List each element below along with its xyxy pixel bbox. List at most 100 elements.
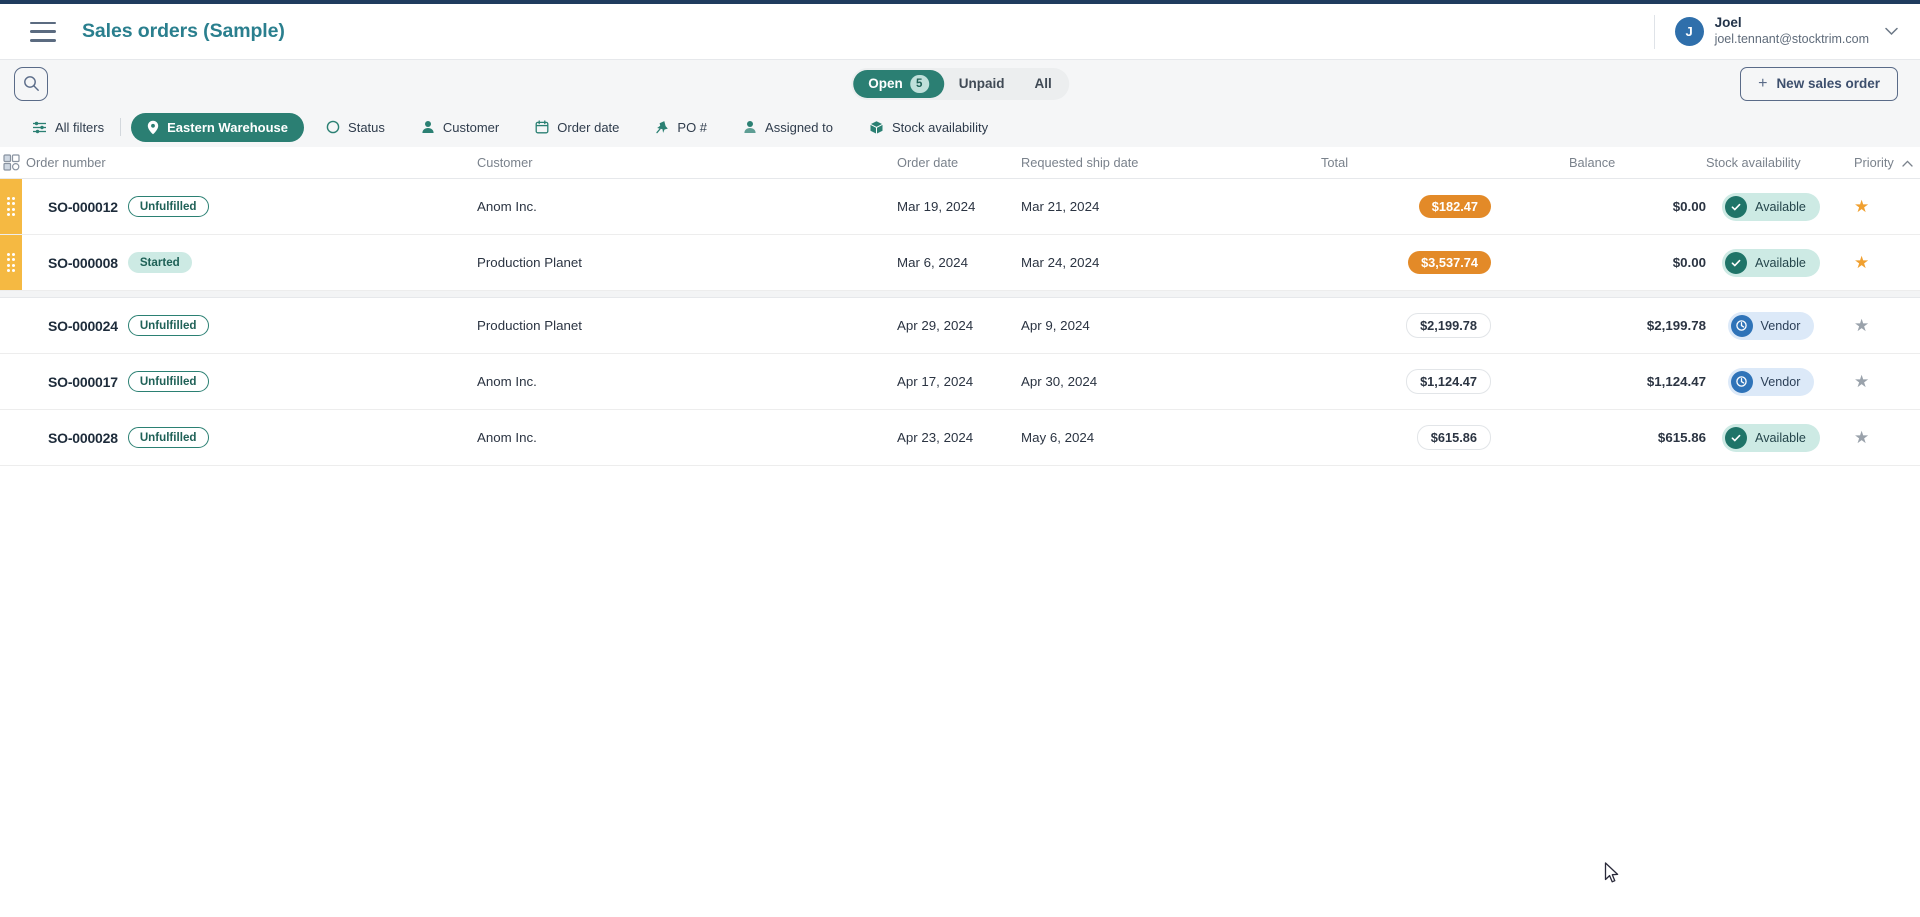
search-icon <box>23 76 39 91</box>
cell-priority[interactable]: ★ <box>1836 254 1920 271</box>
cell-stock-availability: Available <box>1706 248 1836 277</box>
cell-total: $182.47 <box>1271 195 1491 218</box>
cell-balance: $0.00 <box>1672 255 1706 270</box>
filter-chip-order-date-label: Order date <box>557 119 620 135</box>
sales-orders-table: Order number Customer Order date Request… <box>0 147 1920 466</box>
user-email: joel.tennant@stocktrim.com <box>1714 32 1869 47</box>
cell-order-date: Apr 23, 2024 <box>897 430 974 445</box>
cell-order-number: SO-000012 Unfulfilled <box>22 196 477 217</box>
table-row[interactable]: SO-000017 Unfulfilled Anom Inc. Apr 17, … <box>0 354 1920 410</box>
app-header: Sales orders (Sample) J Joel joel.tennan… <box>0 4 1920 60</box>
tab-unpaid-label: Unpaid <box>958 76 1005 91</box>
sliders-icon <box>32 120 47 135</box>
cell-requested-ship-date: Mar 21, 2024 <box>1021 199 1100 214</box>
person-icon <box>743 120 757 134</box>
stock-availability-badge: Available <box>1722 248 1820 277</box>
column-header-requested-ship-date[interactable]: Requested ship date <box>1021 155 1271 170</box>
filter-chip-assigned-to[interactable]: Assigned to <box>733 114 843 141</box>
cell-priority[interactable]: ★ <box>1836 429 1920 446</box>
cell-balance: $615.86 <box>1657 430 1706 445</box>
filter-divider <box>120 118 122 136</box>
header-divider <box>1653 14 1655 49</box>
drag-dots <box>6 196 16 217</box>
star-outline-icon[interactable]: ★ <box>1854 317 1869 334</box>
column-settings-icon[interactable] <box>0 154 22 171</box>
filter-chip-customer[interactable]: Customer <box>411 114 509 141</box>
table-row[interactable]: SO-000008 Started Production Planet Mar … <box>0 235 1920 291</box>
filter-chip-status[interactable]: Status <box>316 114 395 141</box>
clock-icon <box>1730 370 1753 393</box>
stock-availability-badge: Available <box>1722 192 1820 221</box>
toolbar: Open 5 Unpaid All + New sales order <box>0 60 1920 107</box>
order-number-link[interactable]: SO-000017 <box>48 374 118 390</box>
cell-customer: Anom Inc. <box>477 199 537 214</box>
cell-customer: Production Planet <box>477 318 582 333</box>
row-handle-placeholder <box>0 410 22 465</box>
star-outline-icon[interactable]: ★ <box>1854 429 1869 446</box>
tab-open-label: Open <box>868 76 903 91</box>
tab-unpaid[interactable]: Unpaid <box>944 71 1020 96</box>
chevron-up-icon <box>1902 155 1913 170</box>
cell-order-number: SO-000008 Started <box>22 252 477 273</box>
cell-total: $1,124.47 <box>1271 369 1491 394</box>
new-sales-order-button[interactable]: + New sales order <box>1740 66 1898 101</box>
box-icon <box>869 120 884 135</box>
user-account-menu[interactable]: J Joel joel.tennant@stocktrim.com <box>1674 15 1898 48</box>
tab-all-label: All <box>1034 76 1052 91</box>
search-button[interactable] <box>14 66 48 101</box>
tab-open[interactable]: Open 5 <box>853 69 944 98</box>
table-row[interactable]: SO-000024 Unfulfilled Production Planet … <box>0 298 1920 354</box>
stock-availability-label: Vendor <box>1760 318 1801 333</box>
order-number-link[interactable]: SO-000024 <box>48 318 118 334</box>
drag-handle-icon[interactable] <box>0 179 22 234</box>
user-text: Joel joel.tennant@stocktrim.com <box>1715 15 1869 48</box>
star-filled-icon[interactable]: ★ <box>1854 198 1869 215</box>
cell-requested-ship-date: Apr 9, 2024 <box>1021 318 1090 333</box>
star-filled-icon[interactable]: ★ <box>1854 254 1869 271</box>
column-header-total[interactable]: Total <box>1271 155 1491 170</box>
cell-balance: $2,199.78 <box>1646 318 1706 333</box>
column-header-order-date[interactable]: Order date <box>897 155 1021 170</box>
star-outline-icon[interactable]: ★ <box>1854 373 1869 390</box>
filter-chip-eastern-warehouse[interactable]: Eastern Warehouse <box>131 112 305 142</box>
hamburger-menu-icon[interactable] <box>30 21 56 42</box>
total-badge: $2,199.78 <box>1406 313 1491 338</box>
order-number-link[interactable]: SO-000008 <box>48 255 118 271</box>
row-handle-placeholder <box>0 354 22 409</box>
calendar-icon <box>535 120 549 134</box>
cell-priority[interactable]: ★ <box>1836 373 1920 390</box>
order-number-link[interactable]: SO-000028 <box>48 430 118 446</box>
filter-bar: All filters Eastern Warehouse Status Cus… <box>0 107 1920 147</box>
cell-priority[interactable]: ★ <box>1836 317 1920 334</box>
cell-requested-ship-date: May 6, 2024 <box>1021 430 1095 445</box>
column-header-order-number[interactable]: Order number <box>22 155 477 170</box>
drag-dots <box>6 252 16 273</box>
column-header-balance[interactable]: Balance <box>1491 155 1706 170</box>
filter-chip-po-number[interactable]: PO # <box>645 114 717 141</box>
cell-order-date: Mar 6, 2024 <box>897 255 968 270</box>
cell-stock-availability: Available <box>1706 192 1836 221</box>
filter-chip-status-label: Status <box>348 119 385 135</box>
filter-chip-order-date[interactable]: Order date <box>525 114 629 141</box>
cell-priority[interactable]: ★ <box>1836 198 1920 215</box>
all-filters-label: All filters <box>55 119 105 135</box>
stock-availability-label: Available <box>1755 199 1806 214</box>
filter-chip-stock-availability[interactable]: Stock availability <box>859 114 998 141</box>
total-badge: $615.86 <box>1416 425 1491 450</box>
order-number-link[interactable]: SO-000012 <box>48 199 118 215</box>
table-row[interactable]: SO-000012 Unfulfilled Anom Inc. Mar 19, … <box>0 179 1920 235</box>
chevron-down-icon[interactable] <box>1885 24 1898 39</box>
column-header-stock-availability[interactable]: Stock availability <box>1706 155 1836 170</box>
cell-order-date: Apr 17, 2024 <box>897 374 974 389</box>
location-pin-icon <box>147 120 159 135</box>
column-header-customer[interactable]: Customer <box>477 155 897 170</box>
cell-balance: $1,124.47 <box>1646 374 1706 389</box>
cell-requested-ship-date: Apr 30, 2024 <box>1021 374 1098 389</box>
drag-handle-icon[interactable] <box>0 235 22 290</box>
table-row[interactable]: SO-000028 Unfulfilled Anom Inc. Apr 23, … <box>0 410 1920 466</box>
tab-all[interactable]: All <box>1020 71 1067 96</box>
cell-total: $615.86 <box>1271 425 1491 450</box>
column-header-priority[interactable]: Priority <box>1836 155 1920 170</box>
cell-customer: Production Planet <box>477 255 582 270</box>
all-filters-button[interactable]: All filters <box>22 114 114 141</box>
